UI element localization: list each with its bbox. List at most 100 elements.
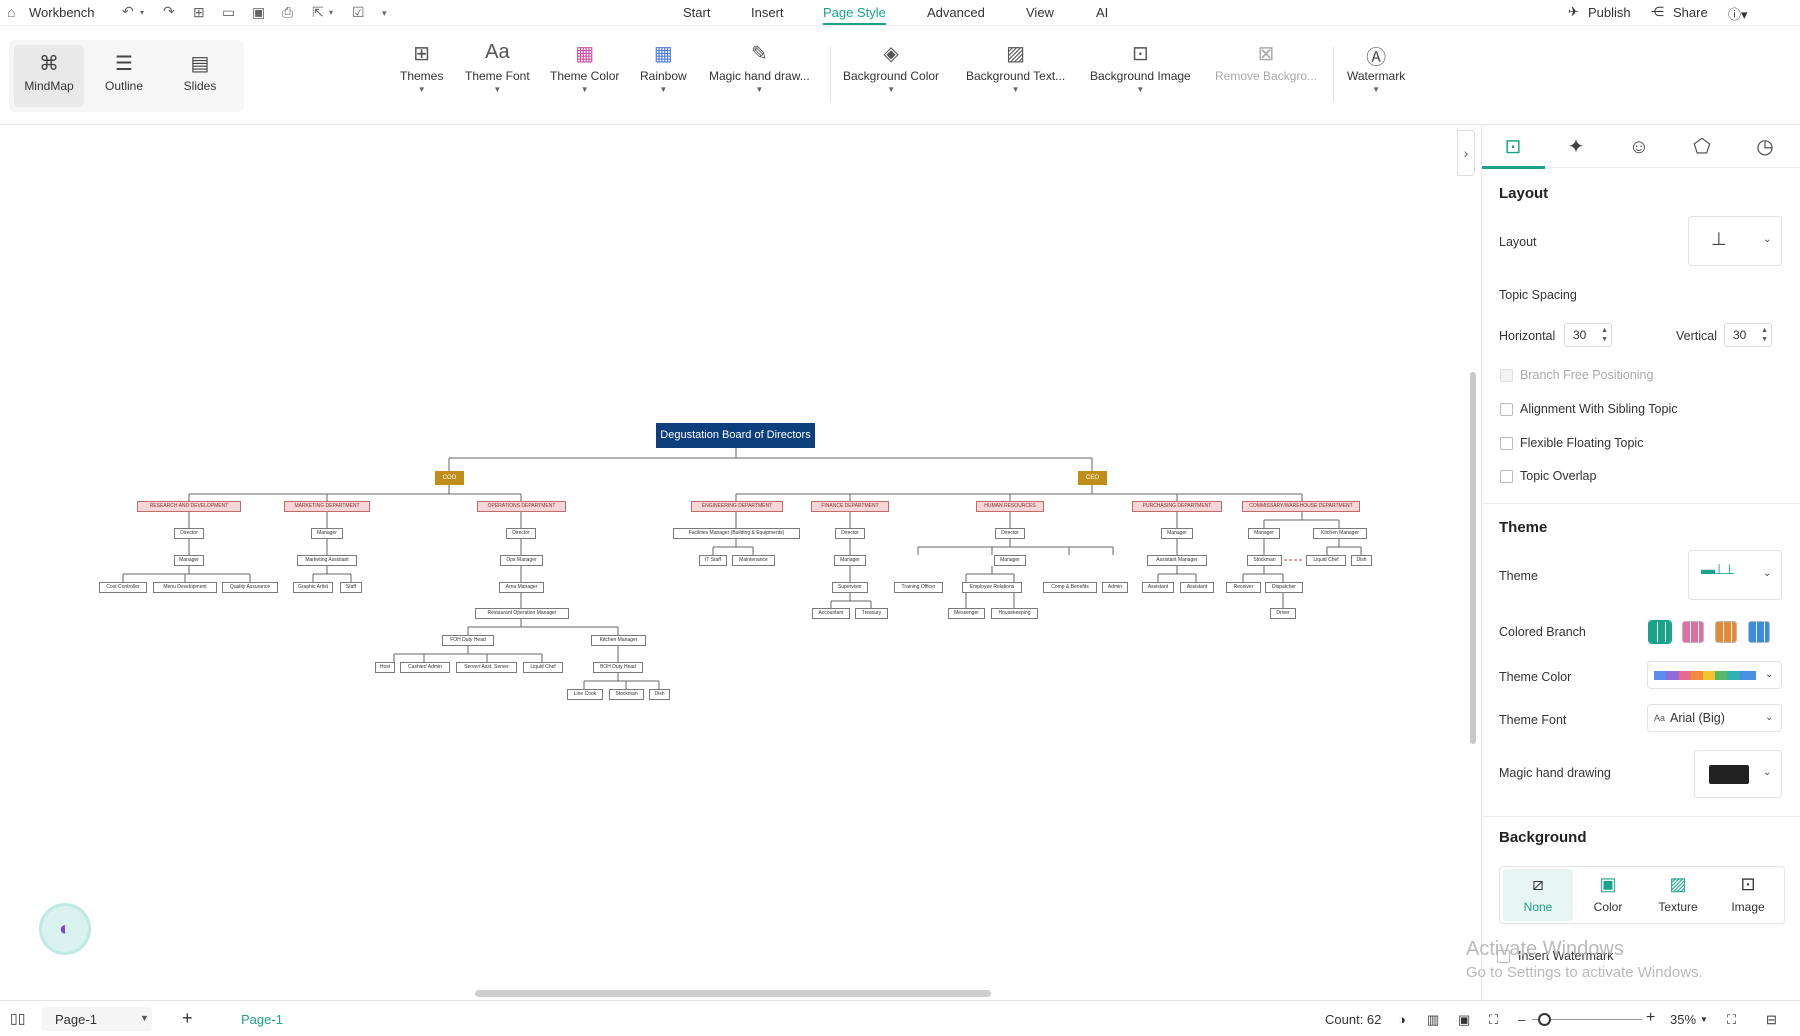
hr-comp-benefits[interactable]: Comp & Benefits [1043,582,1097,593]
bg-texture-button[interactable]: ▨ Texture [1643,869,1713,921]
op-director[interactable]: Director [506,528,536,539]
page-format-tab-icon[interactable]: ⊡ [1493,134,1533,160]
fit-screen-icon[interactable]: ⛶ [1489,1012,1498,1028]
co-dish[interactable]: Dish [1351,555,1372,566]
hr-manager[interactable]: Manager [994,555,1026,566]
mk-assistant[interactable]: Marketing Assistant [297,555,357,566]
sidebar-toggle-icon[interactable]: ▯▯ [10,1010,25,1027]
en-maintenance[interactable]: Maintenance [732,555,775,566]
hr-admin[interactable]: Admin [1102,582,1128,593]
branch-free-checkbox[interactable] [1500,369,1513,382]
bg-none-button[interactable]: ⧄ None [1503,869,1573,921]
sparkle-tab-icon[interactable]: ✦ [1556,134,1596,160]
op-boh-duty-head[interactable]: BOH Duty Head [593,662,643,673]
op-kitchen-manager[interactable]: Kitchen Manager [591,635,646,646]
bg-color-button[interactable]: ▣ Color [1573,869,1643,921]
co-manager[interactable]: Manager [1248,528,1280,539]
branch-style-1-icon[interactable] [1649,621,1671,643]
fi-manager[interactable]: Manager [834,555,866,566]
fi-director[interactable]: Director [835,528,865,539]
clipart-tab-icon[interactable]: ⬠ [1682,134,1722,160]
pu-assistant-1[interactable]: Assistant [1142,582,1174,593]
zoom-out-icon[interactable]: – [1518,1012,1525,1027]
pu-assistant-2[interactable]: Assistant [1180,582,1214,593]
hr-training-officer[interactable]: Training Officer [894,582,943,593]
fullscreen-icon[interactable]: ⛶ [1727,1012,1736,1028]
zoom-slider-thumb[interactable] [1538,1013,1551,1026]
op-foh-duty-head[interactable]: FOH Duty Head [442,635,494,646]
ceo-topic[interactable]: CEO [1078,471,1107,485]
op-line-cook[interactable]: Line Cook [567,689,603,700]
branch-style-3-icon[interactable] [1715,621,1737,643]
layout-dropdown[interactable]: ⊥ ⌄ [1688,216,1782,266]
magic-hand-drawing-dropdown[interactable]: ⌄ [1694,750,1782,798]
fi-treasury[interactable]: Treasury [855,608,888,619]
hr-employee-relations[interactable]: Employee Relations [962,582,1022,593]
theme-font-dropdown[interactable]: Aa Arial (Big) ⌄ [1647,704,1782,732]
bg-image-button[interactable]: ⊡ Image [1713,869,1783,921]
dept-marketing[interactable]: MARKETING DEPARTMENT [284,501,370,512]
mk-staff[interactable]: Staff [340,582,362,593]
page-tab[interactable]: Page-1 [241,1012,283,1027]
branch-style-2-icon[interactable] [1682,621,1704,643]
stepper-arrows-icon[interactable]: ▲ ▼ [1601,326,1608,344]
dept-hr[interactable]: HUMAN RESOURCES [976,501,1044,512]
share-icon[interactable]: ⋲ [1651,4,1664,20]
theme-toggle-icon[interactable]: ◑ [1398,1012,1406,1027]
hr-messenger[interactable]: Messenger [948,608,985,619]
op-cashier-admin[interactable]: Cashier/ Admin [400,662,450,673]
rd-director[interactable]: Director [174,528,204,539]
horizontal-spacing-input[interactable]: 30 ▲ ▼ [1564,323,1612,347]
dept-finance[interactable]: FINANCE DEPARTMENT [811,501,889,512]
zoom-in-icon[interactable]: + [1646,1009,1655,1027]
op-dish[interactable]: Dish [649,689,670,700]
co-receiver[interactable]: Receiver [1226,582,1261,593]
horizontal-scrollbar[interactable] [475,990,991,997]
collapse-panel-button[interactable]: › [1457,130,1475,176]
mk-manager[interactable]: Manager [311,528,343,539]
page-select[interactable]: Page-1 ▼ [42,1007,152,1031]
fit-page-icon[interactable]: ▣ [1458,1012,1470,1028]
topic-overlap-checkbox[interactable] [1500,470,1513,483]
root-topic[interactable]: Degustation Board of Directors [656,423,815,448]
publish-icon[interactable]: ✈ [1568,4,1579,20]
vertical-spacing-input[interactable]: 30 ▲ ▼ [1724,323,1772,347]
rd-cost-controller[interactable]: Cost Controller [99,582,147,593]
op-area-manager[interactable]: Area Manager [499,582,544,593]
op-server[interactable]: Server/ Asst. Server [456,662,517,673]
help-icon[interactable]: ⓘ▾ [1728,4,1748,23]
co-stockman[interactable]: Stockman [1247,555,1282,566]
align-sibling-checkbox[interactable] [1500,403,1513,416]
history-tab-icon[interactable]: ◷ [1745,134,1785,160]
share-button[interactable]: Share [1673,5,1708,20]
theme-dropdown[interactable]: ▬⊥⊥ ⌄ [1688,550,1782,600]
rd-quality-assurance[interactable]: Quality Assurance [222,582,278,593]
fi-supervisor[interactable]: Supervisor [832,582,868,593]
mk-graphic-artist[interactable]: Graphic Artist [293,582,333,593]
dept-operations[interactable]: OPERATIONS DEPARTMENT [477,501,566,512]
pu-manager[interactable]: Manager [1161,528,1193,539]
chevron-down-icon[interactable]: ▼ [1700,1015,1708,1024]
co-driver[interactable]: Driver [1270,608,1296,619]
coo-topic[interactable]: COO [435,471,464,485]
op-host[interactable]: Host [375,662,395,673]
dept-rd[interactable]: RESEARCH AND DEVELOPMENT [137,501,241,512]
op-liquid-chef[interactable]: Liquid Chef [523,662,563,673]
add-page-icon[interactable]: + [182,1008,193,1029]
op-restaurant-operation-manager[interactable]: Restaurant Operation Manager [475,608,569,619]
dept-commissary[interactable]: COMMISSARY/WAREHOUSE DEPARTMENT [1242,501,1360,512]
theme-color-dropdown[interactable]: ⌄ [1647,661,1782,689]
co-liquid-chef[interactable]: Liquid Chef [1306,555,1346,566]
pu-assistant-manager[interactable]: Assistant Manager [1147,555,1207,566]
fi-accountant[interactable]: Accountant [812,608,850,619]
publish-button[interactable]: Publish [1588,5,1631,20]
marker-tab-icon[interactable]: ☺ [1619,134,1659,160]
rd-manager[interactable]: Manager [174,555,204,566]
branch-style-4-icon[interactable] [1748,621,1770,643]
dept-purchasing[interactable]: PURCHASING DEPARTMENT [1132,501,1222,512]
hr-housekeeping[interactable]: Housekeeping [991,608,1038,619]
ai-assistant-button[interactable]: ◐ [39,903,91,955]
book-view-icon[interactable]: ▥ [1427,1012,1439,1028]
stepper-arrows-icon[interactable]: ▲ ▼ [1761,326,1768,344]
rd-menu-development[interactable]: Menu Development [153,582,217,593]
